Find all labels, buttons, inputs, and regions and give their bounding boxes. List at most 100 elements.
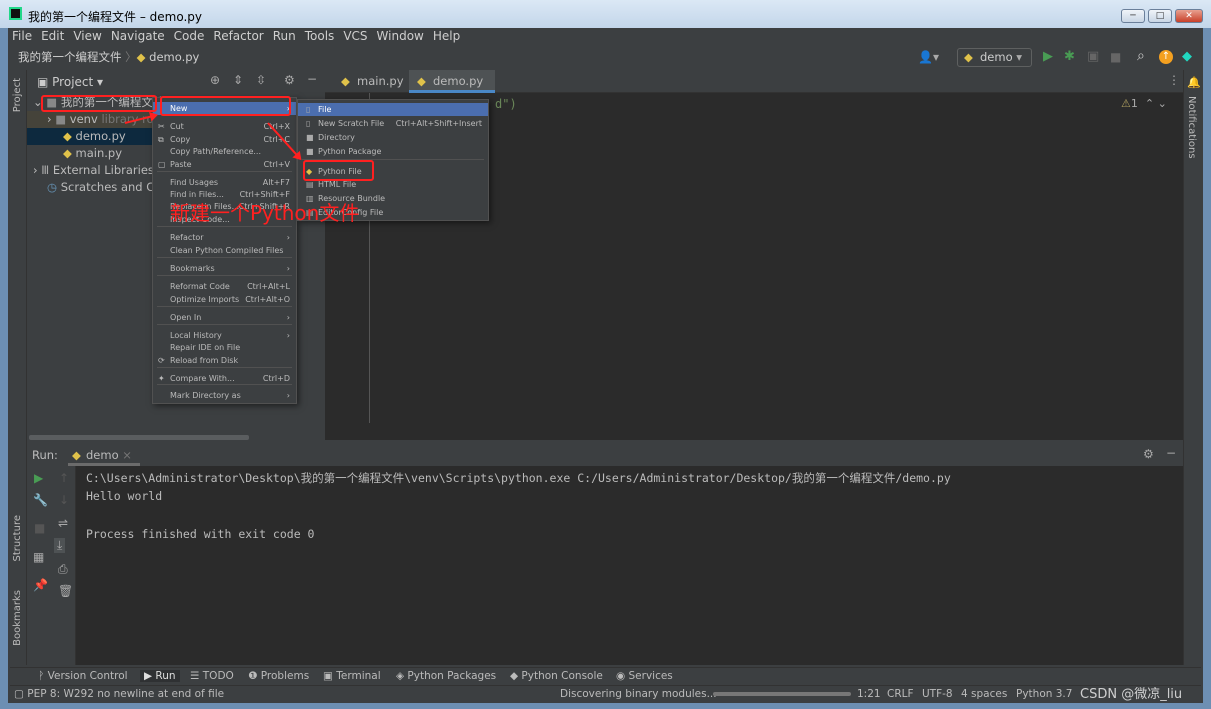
left-tool-stripe: Project Structure Bookmarks xyxy=(10,70,27,665)
horizontal-scrollbar[interactable] xyxy=(29,435,249,440)
debug-icon[interactable]: ✱ xyxy=(1064,49,1075,64)
menu-refactor[interactable]: Refactor xyxy=(213,29,263,46)
tab-todo[interactable]: ☰ TODO xyxy=(190,670,234,682)
breadcrumb-project[interactable]: 我的第一个编程文件 xyxy=(18,50,122,64)
layout-icon[interactable]: ▦ xyxy=(33,550,44,564)
expand-all-icon[interactable]: ⇕ xyxy=(233,73,243,87)
tab-demo-py[interactable]: ◆demo.py × xyxy=(409,70,495,111)
caret-position[interactable]: 1:21 xyxy=(857,688,881,700)
run-config-select[interactable]: ◆ demo ▾ xyxy=(957,48,1032,67)
jetbrains-toolbox-icon[interactable]: ◆ xyxy=(1182,49,1192,64)
annotation-box-project xyxy=(41,95,157,112)
new-submenu-item[interactable]: ■ Directory xyxy=(298,131,488,144)
more-icon[interactable]: ⋮ xyxy=(1168,73,1180,87)
stop-icon[interactable]: ■ xyxy=(34,521,45,535)
context-menu-item[interactable]: ⟳ Reload from Disk xyxy=(153,354,296,367)
scroll-to-end-icon[interactable]: ⤓ xyxy=(54,538,66,553)
trash-icon[interactable]: 🗑 xyxy=(58,584,73,598)
user-icon[interactable]: 👤▾ xyxy=(918,50,939,64)
menu-view[interactable]: View xyxy=(73,29,101,46)
tab-services[interactable]: ◉ Services xyxy=(616,670,673,682)
search-icon[interactable]: ⌕ xyxy=(1137,48,1145,64)
context-menu-item[interactable]: Optimize Imports Ctrl+Alt+O xyxy=(153,293,296,306)
run-panel-header: Run: ◆ demo × ⚙ − xyxy=(28,445,1183,466)
menu-item-label: Paste xyxy=(170,160,192,169)
new-submenu-item[interactable]: ▯ File xyxy=(298,103,488,116)
menu-file[interactable]: File xyxy=(12,29,32,46)
menu-item-label: Copy Path/Reference... xyxy=(170,147,262,156)
context-menu-item[interactable]: Bookmarks › xyxy=(153,262,296,275)
menu-item-label: Copy xyxy=(170,135,191,144)
file-type-icon: ▯ xyxy=(306,119,311,128)
file-type-icon: ▯ xyxy=(306,105,311,114)
stop-icon[interactable]: ■ xyxy=(1110,50,1121,64)
context-menu-item[interactable]: Open In › xyxy=(153,311,296,324)
menu-run[interactable]: Run xyxy=(273,29,296,46)
project-view-select[interactable]: ▣ Project ▾ xyxy=(37,75,103,89)
hide-icon[interactable]: − xyxy=(307,72,317,86)
rerun-icon[interactable]: ▶ xyxy=(34,471,43,485)
soft-wrap-icon[interactable]: ⇌ xyxy=(58,516,68,530)
menu-item-shortcut: › xyxy=(286,233,290,242)
menu-help[interactable]: Help xyxy=(433,29,460,46)
print-icon[interactable]: ⎙ xyxy=(58,562,68,577)
bell-icon[interactable]: 🔔 xyxy=(1187,76,1201,89)
up-icon[interactable]: ↑ xyxy=(59,471,69,485)
gear-icon[interactable]: ⚙ xyxy=(284,73,295,87)
bookmarks-tool-button[interactable]: Bookmarks xyxy=(12,590,23,646)
close-button[interactable]: ✕ xyxy=(1175,9,1203,23)
context-menu-item[interactable]: Clean Python Compiled Files xyxy=(153,244,296,257)
project-tool-button[interactable]: Project xyxy=(12,78,23,112)
encoding[interactable]: UTF-8 xyxy=(922,688,953,700)
menu-window[interactable]: Window xyxy=(377,29,424,46)
context-menu-item[interactable]: Mark Directory as › xyxy=(153,389,296,402)
line-separator[interactable]: CRLF xyxy=(887,688,914,700)
tab-run[interactable]: ▶ Run xyxy=(140,670,180,682)
notifications-tool-button[interactable]: Notifications xyxy=(1186,96,1197,159)
minimize-button[interactable]: ─ xyxy=(1121,9,1145,23)
tab-main-py[interactable]: ◆main.py × xyxy=(333,70,409,111)
menu-edit[interactable]: Edit xyxy=(41,29,64,46)
warnings-indicator[interactable]: ⚠1 ⌃ ⌄ xyxy=(1121,97,1167,110)
update-icon[interactable]: ↑ xyxy=(1159,50,1173,64)
breadcrumb-file[interactable]: demo.py xyxy=(149,50,199,64)
tab-version-control[interactable]: ᚹ Version Control xyxy=(38,670,128,682)
gear-icon[interactable]: ⚙ xyxy=(1143,447,1154,461)
menu-separator xyxy=(157,306,292,307)
tab-python-console[interactable]: ◆ Python Console xyxy=(510,670,603,682)
context-menu-item[interactable]: Refactor › xyxy=(153,231,296,244)
new-submenu-item[interactable]: ■ Python Package xyxy=(298,145,488,158)
pycharm-logo-icon xyxy=(9,7,22,20)
run-tab-demo[interactable]: ◆ demo × xyxy=(68,445,140,466)
title-bar: 我的第一个编程文件 – demo.py ─ □ ✕ xyxy=(0,0,1211,28)
run-icon[interactable]: ▶ xyxy=(1043,49,1053,64)
tab-terminal[interactable]: ▣ Terminal xyxy=(323,670,381,682)
structure-tool-button[interactable]: Structure xyxy=(12,515,23,562)
watermark: CSDN @微凉_liu xyxy=(1080,687,1183,702)
coverage-icon[interactable]: ▣ xyxy=(1087,49,1099,64)
new-submenu-item[interactable]: ▯ New Scratch File Ctrl+Alt+Shift+Insert xyxy=(298,117,488,130)
tab-problems[interactable]: ❶ Problems xyxy=(248,670,309,682)
run-config-label: demo xyxy=(980,50,1013,64)
hide-icon[interactable]: − xyxy=(1166,446,1176,460)
collapse-all-icon[interactable]: ⇳ xyxy=(256,73,266,87)
menu-tools[interactable]: Tools xyxy=(305,29,335,46)
context-menu-item[interactable]: Copy Path/Reference... xyxy=(153,145,296,158)
menu-vcs[interactable]: VCS xyxy=(343,29,367,46)
status-message[interactable]: ▢ PEP 8: W292 no newline at end of file xyxy=(14,688,224,700)
interpreter[interactable]: Python 3.7 xyxy=(1016,688,1072,700)
tab-python-packages[interactable]: ◈ Python Packages xyxy=(396,670,496,682)
progress-text: Discovering binary modules... xyxy=(560,688,717,700)
menu-code[interactable]: Code xyxy=(174,29,205,46)
menu-navigate[interactable]: Navigate xyxy=(111,29,165,46)
context-menu-item[interactable]: Repair IDE on File xyxy=(153,341,296,354)
down-icon[interactable]: ↓ xyxy=(59,493,69,507)
maximize-button[interactable]: □ xyxy=(1148,9,1172,23)
indent[interactable]: 4 spaces xyxy=(961,688,1007,700)
context-menu-item[interactable]: Reformat Code Ctrl+Alt+L xyxy=(153,280,296,293)
wrench-icon[interactable]: 🔧 xyxy=(33,493,48,507)
context-menu-item[interactable]: ▢ Paste Ctrl+V xyxy=(153,158,296,171)
locate-icon[interactable]: ⊕ xyxy=(210,73,220,87)
pin-icon[interactable]: 📌 xyxy=(33,578,48,592)
menu-separator xyxy=(157,367,292,368)
